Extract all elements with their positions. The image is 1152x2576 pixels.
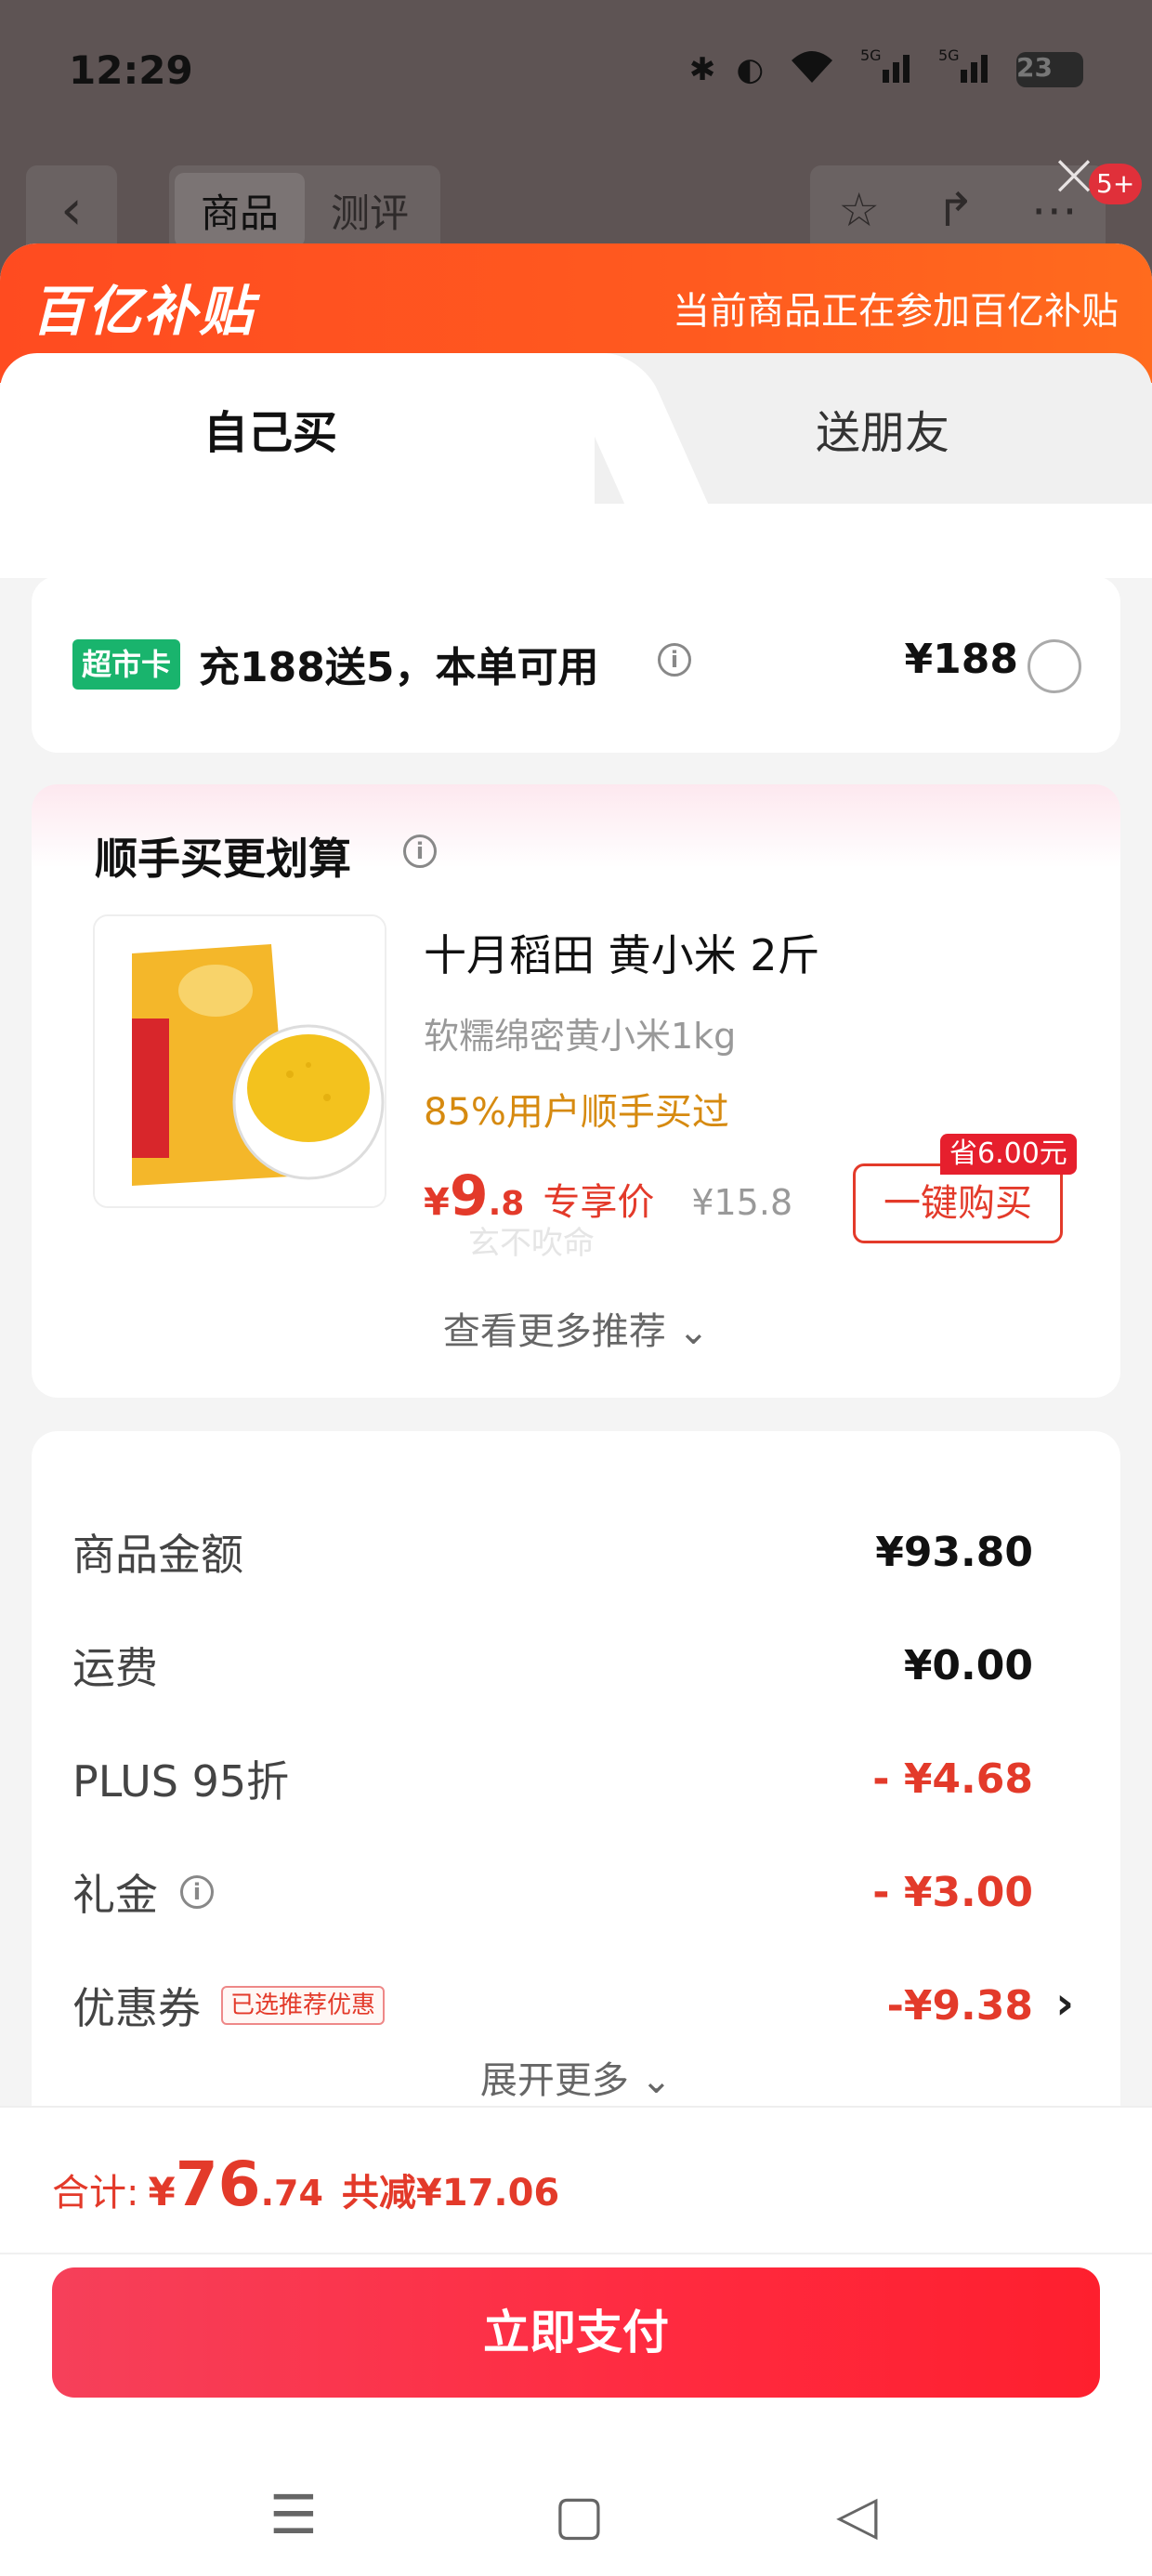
5g-signal-icon: 5G <box>860 46 918 95</box>
moon-icon: ◐ <box>736 51 764 88</box>
status-bar: 12:29 ✱ ◐ 5G 5G 23 <box>0 0 1152 139</box>
status-icons: ✱ ◐ 5G 5G 23 <box>689 46 1083 95</box>
summary-label: 商品金额 <box>72 1530 243 1580</box>
back-nav-icon[interactable]: ◁ <box>836 2483 878 2546</box>
summary-label: 优惠券 <box>72 1983 201 2033</box>
supermarket-card-tag: 超市卡 <box>72 639 181 690</box>
wifi-icon <box>784 46 840 95</box>
5g-signal-icon: 5G <box>938 46 996 95</box>
product-stat: 85%用户顺手买过 <box>424 1091 729 1134</box>
supermarket-card-text: 充188送5，本单可用 <box>199 644 599 691</box>
message-badge: 5+ <box>1089 164 1143 204</box>
summary-row-subtotal: 商品金额 ¥93.80 <box>72 1515 1033 1589</box>
save-badge: 省6.00元 <box>940 1134 1077 1175</box>
summary-row-gift-cash: 礼金 i - ¥3.00 <box>72 1855 1033 1929</box>
tab-review: 测评 <box>330 190 409 236</box>
home-icon[interactable]: ▢ <box>554 2483 605 2546</box>
original-price: ¥15.8 <box>691 1182 793 1223</box>
divider <box>0 2253 1152 2254</box>
chevron-right-icon[interactable]: › <box>1055 1978 1074 2030</box>
info-icon[interactable]: i <box>403 835 437 868</box>
supermarket-card-price: ¥188 <box>904 636 1018 683</box>
product-name[interactable]: 十月稻田 黄小米 2斤 <box>424 922 820 983</box>
add-on-recommend-card: 顺手买更划算 i 十月稻田 黄小米 2斤 软糯绵密黄小米1kg 85%用户顺手买… <box>32 784 1120 1398</box>
product-image[interactable] <box>93 914 386 1208</box>
price-summary-card: 商品金额 ¥93.80 运费 ¥0.00 PLUS 95折 - ¥4.68 礼金… <box>32 1431 1120 2137</box>
back-icon: ‹ <box>26 165 117 255</box>
system-nav-bar: ☰ ▢ ◁ <box>0 2470 1152 2563</box>
star-icon: ☆ <box>838 183 881 237</box>
summary-row-coupon[interactable]: 优惠券 已选推荐优惠 -¥9.38 <box>72 1968 1033 2043</box>
one-click-buy-button[interactable]: 一键购买 <box>853 1163 1063 1243</box>
total-label: 合计: <box>52 2172 139 2215</box>
subsidy-brand-logo: 百亿补贴 <box>32 280 255 343</box>
tab-buy-self[interactable]: 自己买 <box>0 353 595 504</box>
battery-icon: 23 <box>1016 52 1083 87</box>
supermarket-card-radio[interactable] <box>1028 639 1081 693</box>
product-desc: 软糯绵密黄小米1kg <box>424 1016 737 1057</box>
total-integer: 76 <box>175 2149 261 2220</box>
background-tabs: 商品 测评 <box>169 165 440 255</box>
summary-value: -¥9.38 <box>886 1981 1033 2030</box>
svg-text:5G: 5G <box>860 46 882 64</box>
total-symbol: ¥ <box>148 2169 176 2215</box>
total-reduction: 共减¥17.06 <box>341 2172 560 2215</box>
summary-value: ¥93.80 <box>875 1528 1033 1576</box>
subsidy-note: 当前商品正在参加百亿补贴 <box>673 290 1119 333</box>
svg-text:5G: 5G <box>938 46 960 64</box>
total-decimal: .74 <box>260 2173 323 2214</box>
expand-more-link[interactable]: 展开更多 ⌄ <box>32 2050 1120 2104</box>
summary-label: PLUS 95折 <box>72 1756 290 1807</box>
supermarket-card-option[interactable]: 超市卡 充188送5，本单可用 i ¥188 <box>32 576 1120 753</box>
tab-product: 商品 <box>175 173 305 247</box>
recommend-title: 顺手买更划算 <box>95 834 351 884</box>
share-icon: ↱ <box>936 183 975 237</box>
summary-label: 运费 <box>72 1643 158 1693</box>
summary-row-shipping: 运费 ¥0.00 <box>72 1628 1033 1702</box>
bluetooth-icon: ✱ <box>688 51 716 88</box>
status-time: 12:29 <box>69 46 193 93</box>
more-recommend-link[interactable]: 查看更多推荐 ⌄ <box>32 1301 1120 1355</box>
info-icon[interactable]: i <box>180 1875 214 1909</box>
pay-now-button[interactable]: 立即支付 <box>52 2267 1100 2398</box>
info-icon[interactable]: i <box>658 643 691 677</box>
checkout-bar: 合计: ¥ 76 .74 共减¥17.06 立即支付 ☰ ▢ ◁ <box>0 2106 1152 2576</box>
menu-icon[interactable]: ☰ <box>269 2483 318 2546</box>
total-row: 合计: ¥ 76 .74 共减¥17.06 <box>52 2149 559 2220</box>
coupon-chip: 已选推荐优惠 <box>221 1986 386 2025</box>
summary-value: - ¥3.00 <box>872 1868 1033 1916</box>
tab-underlay <box>0 504 1152 578</box>
purchase-mode-tabs: 送朋友 自己买 <box>0 353 1152 504</box>
summary-row-plus-discount: PLUS 95折 - ¥4.68 <box>72 1741 1033 1816</box>
summary-value: - ¥4.68 <box>872 1755 1033 1803</box>
price-symbol: ¥ <box>424 1181 450 1224</box>
summary-label: 礼金 <box>72 1870 158 1920</box>
summary-value: ¥0.00 <box>903 1641 1033 1689</box>
watermark-text: 玄不吹命 <box>468 1225 595 1262</box>
